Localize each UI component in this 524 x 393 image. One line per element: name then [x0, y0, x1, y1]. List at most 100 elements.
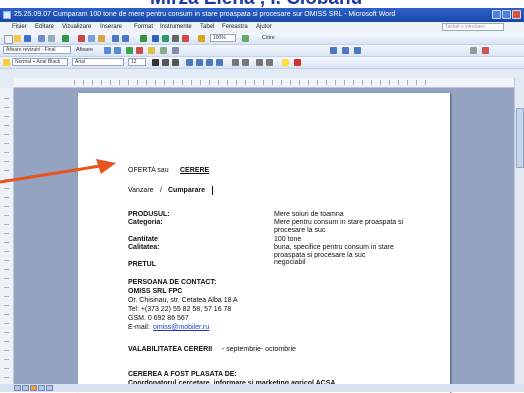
- font-color-icon[interactable]: [294, 59, 301, 66]
- vertical-scrollbar[interactable]: [514, 78, 524, 388]
- horizontal-ruler[interactable]: [14, 78, 518, 88]
- email-label: E-mail:: [128, 324, 150, 331]
- scrollbar-thumb[interactable]: [516, 108, 524, 168]
- quantity-value: 100 tone: [274, 236, 302, 243]
- display-for-review-select[interactable]: Afisare revizuiri - Final: [3, 46, 71, 54]
- close-button[interactable]: [512, 10, 521, 19]
- menu-file[interactable]: Fisier: [12, 24, 27, 30]
- validity-label: VALABILITATEA CERERII: [128, 346, 213, 353]
- insert-comment-icon[interactable]: [148, 47, 155, 54]
- new-document-icon[interactable]: [4, 35, 13, 44]
- menu-format[interactable]: Format: [134, 24, 153, 30]
- highlight-icon[interactable]: [282, 59, 289, 66]
- next-change-icon[interactable]: [114, 47, 121, 54]
- print-layout-button[interactable]: [30, 385, 37, 391]
- menu-tools[interactable]: Instrumente: [160, 24, 192, 30]
- gsm-number: GSM. 0 692 86 567: [128, 315, 189, 322]
- email-link[interactable]: omiss@mobiler.ru: [153, 324, 209, 331]
- validity-value: - septembrie- octombrie: [222, 346, 296, 353]
- increase-indent-icon[interactable]: [266, 59, 273, 66]
- style-select[interactable]: Normal + Arial Black: [12, 58, 68, 66]
- normal-view-button[interactable]: [14, 385, 21, 391]
- insert-picture-icon[interactable]: [482, 47, 489, 54]
- formatting-toolbar: Normal + Arial Black Arial 12: [0, 57, 524, 69]
- styles-pane-icon[interactable]: [3, 59, 10, 66]
- company-address: Or. Chisinau, str. Cetatea Alba 18 A: [128, 297, 238, 304]
- placed-by-heading: CEREREA A FOST PLASATA DE:: [128, 371, 237, 378]
- category-value-line2: procesare la suc: [274, 227, 326, 234]
- align-center-icon[interactable]: [342, 47, 349, 54]
- undo-icon[interactable]: [112, 35, 119, 42]
- window-title: 25.25.09.07 Cumparam 100 tone de mere pe…: [14, 11, 396, 18]
- align-left-icon[interactable]: [330, 47, 337, 54]
- cut-icon[interactable]: [78, 35, 85, 42]
- print-icon[interactable]: [38, 35, 45, 42]
- justify-center-icon[interactable]: [196, 59, 203, 66]
- show-hide-icon[interactable]: [198, 35, 205, 42]
- accept-change-icon[interactable]: [126, 47, 133, 54]
- menu-insert[interactable]: Inserare: [100, 24, 122, 30]
- font-size-select[interactable]: 12: [128, 58, 146, 66]
- table-icon[interactable]: [152, 35, 159, 42]
- justify-left-icon[interactable]: [186, 59, 193, 66]
- web-layout-button[interactable]: [22, 385, 29, 391]
- vertical-ruler[interactable]: [0, 88, 14, 386]
- help-icon[interactable]: [242, 35, 249, 42]
- draw-toolbar-icon[interactable]: [470, 47, 477, 54]
- paste-icon[interactable]: [98, 35, 105, 42]
- previous-change-icon[interactable]: [104, 47, 111, 54]
- menu-edit[interactable]: Editare: [35, 24, 54, 30]
- menu-window[interactable]: Fereastra: [222, 24, 248, 30]
- phone-number: Tel: +(373 22) 55 82 58, 57 16 78: [128, 306, 232, 313]
- italic-icon[interactable]: [162, 59, 169, 66]
- view-bar: [0, 384, 524, 392]
- price-label: PRETUL: [128, 261, 156, 268]
- justify-full-icon[interactable]: [216, 59, 223, 66]
- columns-icon[interactable]: [172, 35, 179, 42]
- show-menu[interactable]: Afisare: [76, 47, 93, 53]
- zoom-select[interactable]: 100%: [210, 34, 236, 42]
- reviewing-pane-icon[interactable]: [172, 47, 179, 54]
- outline-view-button[interactable]: [38, 385, 45, 391]
- title-bar: 25.25.09.07 Cumparam 100 tone de mere pe…: [0, 8, 524, 22]
- quality-value-line2: proaspata si procesare la suc: [274, 252, 366, 259]
- spelling-icon[interactable]: [62, 35, 69, 42]
- excel-icon[interactable]: [162, 35, 169, 42]
- hyperlink-icon[interactable]: [140, 35, 147, 42]
- document-area: OFERTA sau CERERE Vanzare / Cumparare PR…: [14, 88, 514, 393]
- standard-toolbar: 100% Citire: [0, 33, 524, 45]
- open-folder-icon[interactable]: [14, 35, 21, 42]
- underline-icon[interactable]: [172, 59, 179, 66]
- offer-value: CERERE: [180, 167, 210, 174]
- track-changes-icon[interactable]: [160, 47, 167, 54]
- save-icon[interactable]: [24, 35, 31, 42]
- quality-value-line1: buna, specifice pentru consum in stare: [274, 244, 394, 251]
- transaction-value: Cumparare: [168, 187, 205, 194]
- decrease-indent-icon[interactable]: [256, 59, 263, 66]
- numbering-icon[interactable]: [232, 59, 239, 66]
- word-window: 25.25.09.07 Cumparam 100 tone de mere pe…: [0, 8, 524, 393]
- bold-icon[interactable]: [152, 59, 159, 66]
- justify-right-icon[interactable]: [206, 59, 213, 66]
- drawing-icon[interactable]: [182, 35, 189, 42]
- copy-icon[interactable]: [88, 35, 95, 42]
- document-page[interactable]: OFERTA sau CERERE Vanzare / Cumparare PR…: [78, 93, 450, 393]
- minimize-button[interactable]: [492, 10, 501, 19]
- redo-icon[interactable]: [122, 35, 129, 42]
- align-right-icon[interactable]: [354, 47, 361, 54]
- menu-view[interactable]: Vizualizare: [62, 24, 91, 30]
- font-select[interactable]: Arial: [72, 58, 124, 66]
- read-button[interactable]: Citire: [262, 35, 275, 41]
- help-search-input[interactable]: Tastati o intrebare: [442, 23, 504, 31]
- company-name: OMISS SRL FPC: [128, 288, 183, 295]
- menu-help[interactable]: Ajutor: [256, 24, 272, 30]
- text-cursor: [212, 186, 213, 195]
- menu-bar: Fisier Editare Vizualizare Inserare Form…: [0, 22, 524, 33]
- transaction-separator: /: [160, 187, 162, 194]
- menu-table[interactable]: Tabel: [200, 24, 214, 30]
- print-preview-icon[interactable]: [48, 35, 55, 42]
- reading-layout-button[interactable]: [46, 385, 53, 391]
- maximize-button[interactable]: [502, 10, 511, 19]
- reject-change-icon[interactable]: [136, 47, 143, 54]
- bullets-icon[interactable]: [242, 59, 249, 66]
